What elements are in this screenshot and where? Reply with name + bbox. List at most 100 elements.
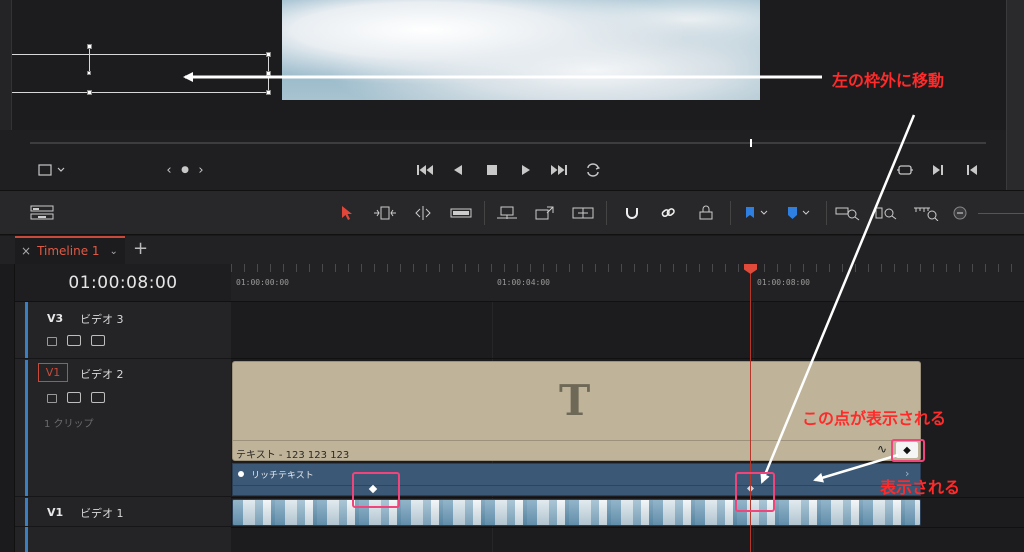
video-clip-filmstrip[interactable] [232, 499, 921, 526]
insert-clip-icon[interactable] [494, 202, 520, 224]
title-thumbnail-letter: T [559, 376, 591, 425]
clip-name: テキスト - 123 123 123 [236, 450, 350, 461]
nav-dot-icon[interactable]: ● [178, 160, 192, 180]
curve-editor-icon[interactable]: ∿ [877, 442, 887, 456]
replace-clip-icon[interactable] [570, 202, 596, 224]
flag-icon[interactable] [740, 202, 774, 224]
viewer-left-edge [0, 0, 12, 130]
source-patch-v1[interactable]: V1 [38, 363, 68, 382]
bbox-handle-bottom[interactable] [87, 90, 92, 95]
edit-toolbar [0, 190, 1024, 235]
loop-icon[interactable] [582, 160, 604, 180]
zoom-detail-icon[interactable] [874, 202, 902, 224]
bbox-handle-right[interactable] [266, 71, 271, 76]
snapping-icon[interactable] [620, 202, 644, 224]
annotation-shown: 表示される [880, 478, 961, 497]
stop-icon[interactable] [482, 160, 502, 180]
keyframe-track-line [233, 485, 920, 486]
disable-track-icon[interactable] [91, 392, 105, 403]
dynamic-trim-icon[interactable] [410, 202, 436, 224]
position-lock-icon[interactable] [694, 202, 718, 224]
play-icon[interactable] [516, 160, 536, 180]
bbox-handle-center[interactable] [87, 71, 91, 75]
keyframe-lane[interactable]: リッチテキスト › [232, 463, 921, 496]
toolbar-divider [730, 201, 731, 225]
trim-edit-icon[interactable] [372, 202, 398, 224]
annotation-move-out: 左の枠外に移動 [832, 71, 945, 90]
viewer-layout-icon[interactable] [32, 160, 72, 180]
track-id: V3 [47, 312, 64, 325]
ruler-timecode: 01:00:04:00 [497, 278, 550, 287]
annotation-highlight-box [352, 472, 400, 508]
selection-pointer-icon[interactable] [335, 202, 359, 224]
annotation-highlight-box [735, 472, 775, 512]
marker-icon[interactable] [782, 202, 816, 224]
chevron-down-icon[interactable]: ⌄ [110, 246, 118, 257]
zoom-full-icon[interactable] [834, 202, 862, 224]
clip-name-bar [233, 440, 920, 441]
disable-track-icon[interactable] [91, 335, 105, 346]
text-anchor-line [89, 46, 90, 74]
add-timeline-button[interactable]: + [133, 238, 148, 259]
zoom-custom-icon[interactable] [912, 202, 942, 224]
transport-controls: ‹ ● › [12, 152, 1006, 188]
annotation-highlight-box [891, 439, 925, 462]
viewer-scrubber[interactable] [30, 142, 986, 144]
zoom-out-icon[interactable] [952, 202, 968, 224]
bbox-handle-bottom-right[interactable] [266, 90, 271, 95]
toolbar-divider [484, 201, 485, 225]
first-frame-icon[interactable] [414, 160, 436, 180]
clip-count: 1 クリップ [44, 419, 94, 430]
bbox-handle-top-right[interactable] [266, 52, 271, 57]
keyframe-lane-label: リッチテキスト [251, 471, 314, 481]
viewer-right-edge [1006, 0, 1024, 190]
viewer-canvas[interactable] [12, 0, 1006, 130]
ruler-timecode: 01:00:00:00 [236, 278, 289, 287]
bbox-handle-top[interactable] [87, 44, 92, 49]
track-header-v3[interactable]: V3 ビデオ 3 [15, 302, 231, 359]
timeline-tab-bar: × Timeline 1 ⌄ + [0, 236, 1024, 264]
keyframe-lane-dot [238, 471, 244, 477]
text-bbox-top [12, 54, 270, 55]
next-clip-icon[interactable] [928, 160, 948, 180]
play-reverse-icon[interactable] [448, 160, 468, 180]
zoom-slider[interactable] [978, 213, 1024, 214]
annotation-point-shown: この点が表示される [802, 409, 947, 428]
tab-label: Timeline 1 [37, 244, 100, 258]
timeline-ruler[interactable] [231, 264, 1024, 302]
track-controls [47, 392, 105, 403]
nav-prev-icon[interactable]: ‹ [162, 160, 176, 180]
lock-icon[interactable] [47, 337, 57, 346]
overwrite-clip-icon[interactable] [532, 202, 558, 224]
nav-next-icon[interactable]: › [194, 160, 208, 180]
tab-timeline-1[interactable]: × Timeline 1 ⌄ [15, 236, 125, 264]
auto-select-icon[interactable] [67, 335, 81, 346]
preview-image [282, 0, 760, 100]
close-icon[interactable]: × [21, 244, 31, 258]
left-gutter [0, 264, 15, 552]
auto-select-icon[interactable] [67, 392, 81, 403]
lock-icon[interactable] [47, 394, 57, 403]
viewer-panel: ‹ ● › [0, 0, 1024, 190]
track-name[interactable]: ビデオ 3 [80, 311, 124, 327]
timeline-view-options-icon[interactable] [28, 202, 56, 224]
track-name[interactable]: ビデオ 2 [80, 366, 124, 382]
track-header-v1[interactable]: V1 ビデオ 1 [15, 497, 231, 527]
blade-edit-icon[interactable] [448, 202, 474, 224]
toolbar-divider [606, 201, 607, 225]
linked-selection-icon[interactable] [656, 202, 680, 224]
timecode-display[interactable]: 01:00:08:00 [15, 264, 231, 302]
lane-divider [231, 358, 1024, 359]
toolbar-divider [826, 201, 827, 225]
lane-divider [231, 527, 1024, 528]
ruler-timecode: 01:00:08:00 [757, 278, 810, 287]
track-headers: V3 ビデオ 3 V1 ビデオ 2 1 クリップ V1 ビデオ 1 [15, 302, 231, 552]
match-frame-icon[interactable] [894, 160, 916, 180]
scrubber-playhead[interactable] [750, 139, 752, 147]
track-name[interactable]: ビデオ 1 [80, 505, 124, 521]
track-controls [47, 335, 105, 346]
track-header-v2[interactable]: V1 ビデオ 2 1 クリップ [15, 359, 231, 497]
text-bbox-bottom [12, 92, 270, 93]
prev-clip-icon[interactable] [962, 160, 982, 180]
last-frame-icon[interactable] [548, 160, 570, 180]
